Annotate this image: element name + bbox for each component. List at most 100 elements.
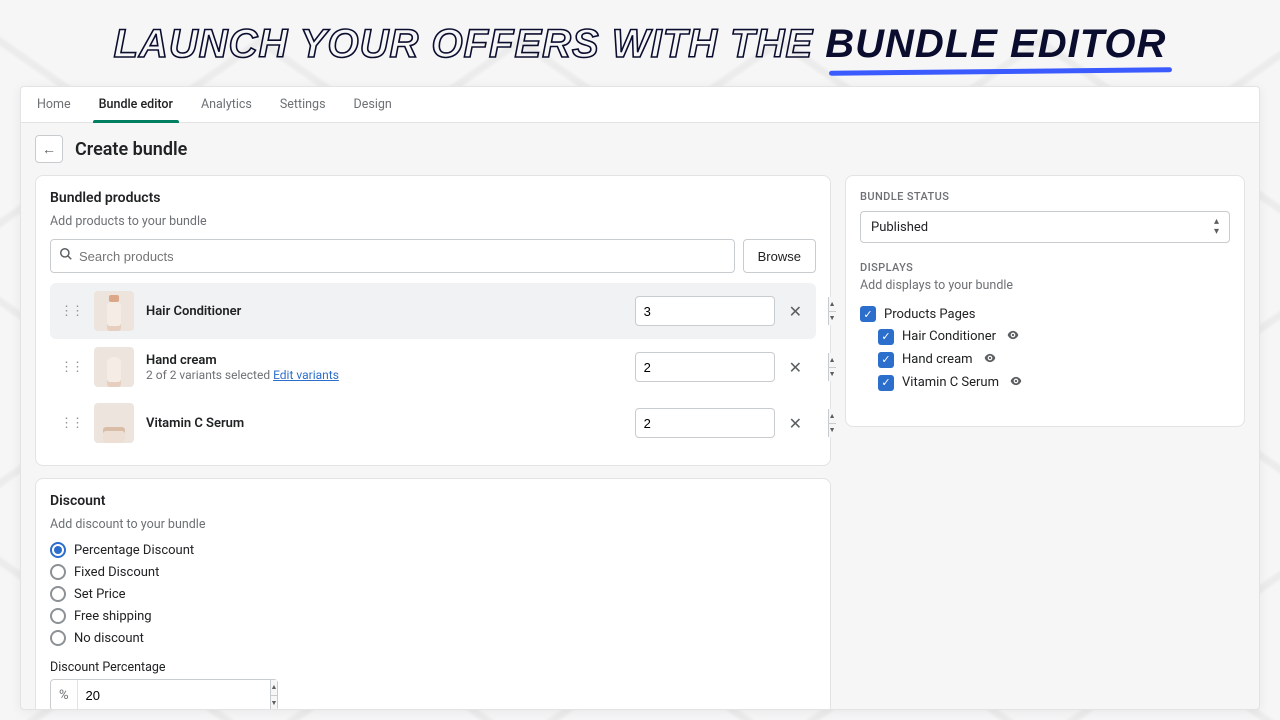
discount-percentage-label: Discount Percentage bbox=[50, 660, 816, 675]
discount-heading: Discount bbox=[50, 493, 816, 509]
display-child-checkbox[interactable]: ✓ Hair Conditioner bbox=[860, 325, 1230, 348]
tab-analytics[interactable]: Analytics bbox=[199, 87, 254, 122]
discount-option[interactable]: Percentage Discount bbox=[50, 542, 816, 558]
arrow-left-icon: ← bbox=[42, 141, 56, 158]
bundled-heading: Bundled products bbox=[50, 190, 816, 206]
checkbox-checked-icon: ✓ bbox=[860, 306, 876, 322]
quantity-stepper[interactable]: ▲ ▼ bbox=[828, 353, 836, 381]
displays-label: DISPLAYS bbox=[860, 261, 1230, 274]
eye-icon[interactable] bbox=[983, 351, 997, 368]
displays-subtext: Add displays to your bundle bbox=[860, 278, 1230, 293]
discount-option[interactable]: Fixed Discount bbox=[50, 564, 816, 580]
quantity-input[interactable] bbox=[636, 360, 828, 375]
tab-home[interactable]: Home bbox=[35, 87, 73, 122]
back-button[interactable]: ← bbox=[35, 135, 63, 163]
discount-option-label: Fixed Discount bbox=[74, 565, 159, 580]
checkbox-checked-icon: ✓ bbox=[878, 352, 894, 368]
discount-options: Percentage Discount Fixed Discount Set Pri… bbox=[50, 542, 816, 646]
product-thumbnail bbox=[94, 291, 134, 331]
display-child-label: Vitamin C Serum bbox=[902, 375, 999, 390]
quantity-stepper[interactable]: ▲ ▼ bbox=[828, 409, 836, 437]
display-child-label: Hand cream bbox=[902, 352, 973, 367]
product-row: ⋮⋮ Vitamin C Serum ▲ ▼ ✕ bbox=[50, 395, 816, 451]
tab-settings[interactable]: Settings bbox=[278, 87, 328, 122]
bundled-products-card: Bundled products Add products to your bu… bbox=[35, 175, 831, 466]
quantity-stepper[interactable]: ▲ ▼ bbox=[828, 297, 836, 325]
radio-icon bbox=[50, 630, 66, 646]
display-child-checkbox[interactable]: ✓ Vitamin C Serum bbox=[860, 371, 1230, 394]
display-children: ✓ Hair Conditioner ✓ Hand cream ✓ Vitamin C S… bbox=[860, 325, 1230, 394]
product-variant-text: 2 of 2 variants selected Edit variants bbox=[146, 368, 623, 382]
product-row: ⋮⋮ Hand cream 2 of 2 variants selected E… bbox=[50, 339, 816, 395]
product-thumbnail bbox=[94, 347, 134, 387]
product-list: ⋮⋮ Hair Conditioner ▲ ▼ ✕ ⋮⋮ Hand cream … bbox=[50, 283, 816, 451]
quantity-field[interactable]: ▲ ▼ bbox=[635, 352, 775, 382]
discount-option-label: No discount bbox=[74, 631, 144, 646]
radio-icon bbox=[50, 586, 66, 602]
displays-parent-label: Products Pages bbox=[884, 307, 976, 322]
chevron-down-icon[interactable]: ▼ bbox=[829, 312, 836, 326]
chevron-up-icon[interactable]: ▲ bbox=[271, 680, 278, 696]
product-name: Hair Conditioner bbox=[146, 304, 623, 319]
eye-icon[interactable] bbox=[1006, 328, 1020, 345]
search-products-input[interactable] bbox=[79, 249, 726, 264]
quantity-input[interactable] bbox=[636, 304, 828, 319]
bundle-status-label: BUNDLE STATUS bbox=[860, 190, 1230, 203]
discount-option-label: Set Price bbox=[74, 587, 126, 602]
drag-handle-icon[interactable]: ⋮⋮ bbox=[60, 360, 82, 375]
tab-bundle-editor[interactable]: Bundle editor bbox=[97, 87, 175, 122]
chevron-up-icon[interactable]: ▲ bbox=[829, 297, 836, 312]
chevron-up-icon[interactable]: ▲ bbox=[829, 409, 836, 424]
discount-option[interactable]: Set Price bbox=[50, 586, 816, 602]
chevron-down-icon[interactable]: ▼ bbox=[829, 368, 836, 382]
chevron-down-icon[interactable]: ▼ bbox=[271, 696, 278, 711]
search-products-field[interactable] bbox=[50, 239, 735, 273]
product-row: ⋮⋮ Hair Conditioner ▲ ▼ ✕ bbox=[50, 283, 816, 339]
discount-percentage-input[interactable] bbox=[78, 688, 270, 703]
quantity-field[interactable]: ▲ ▼ bbox=[635, 408, 775, 438]
product-name: Vitamin C Serum bbox=[146, 416, 623, 431]
discount-option[interactable]: No discount bbox=[50, 630, 816, 646]
chevron-down-icon[interactable]: ▼ bbox=[829, 424, 836, 438]
checkbox-checked-icon: ✓ bbox=[878, 329, 894, 345]
radio-icon bbox=[50, 564, 66, 580]
hero-text-outline: LAUNCH YOUR OFFERS WITH THE bbox=[114, 22, 814, 66]
discount-stepper[interactable]: ▲ ▼ bbox=[270, 680, 278, 710]
eye-icon[interactable] bbox=[1009, 374, 1023, 391]
displays-parent-checkbox[interactable]: ✓ Products Pages bbox=[860, 303, 1230, 325]
display-child-checkbox[interactable]: ✓ Hand cream bbox=[860, 348, 1230, 371]
display-child-label: Hair Conditioner bbox=[902, 329, 996, 344]
sidebar-card: BUNDLE STATUS Published ▴▾ DISPLAYS Add … bbox=[845, 175, 1245, 427]
radio-icon bbox=[50, 608, 66, 624]
discount-subtext: Add discount to your bundle bbox=[50, 517, 816, 532]
app-frame: Home Bundle editor Analytics Settings Design… bbox=[20, 86, 1260, 710]
bundled-subtext: Add products to your bundle bbox=[50, 214, 816, 229]
drag-handle-icon[interactable]: ⋮⋮ bbox=[60, 416, 82, 431]
page-title: Create bundle bbox=[75, 139, 187, 160]
discount-option-label: Percentage Discount bbox=[74, 543, 194, 558]
chevron-up-icon[interactable]: ▲ bbox=[829, 353, 836, 368]
product-thumbnail bbox=[94, 403, 134, 443]
bundle-status-select[interactable]: Published ▴▾ bbox=[860, 211, 1230, 243]
search-icon bbox=[59, 247, 73, 265]
radio-icon bbox=[50, 542, 66, 558]
discount-card: Discount Add discount to your bundle Per… bbox=[35, 478, 831, 710]
bundle-status-value: Published bbox=[871, 220, 928, 235]
edit-variants-link[interactable]: Edit variants bbox=[273, 368, 339, 382]
tab-design[interactable]: Design bbox=[352, 87, 394, 122]
product-name: Hand cream bbox=[146, 353, 623, 368]
discount-percentage-field[interactable]: % ▲ ▼ bbox=[50, 679, 278, 710]
discount-option-label: Free shipping bbox=[74, 609, 152, 624]
select-caret-icon: ▴▾ bbox=[1214, 217, 1219, 237]
percent-prefix: % bbox=[51, 680, 78, 710]
tab-bar: Home Bundle editor Analytics Settings Design bbox=[21, 87, 1259, 123]
browse-button[interactable]: Browse bbox=[743, 239, 816, 273]
quantity-input[interactable] bbox=[636, 416, 828, 431]
hero-banner: LAUNCH YOUR OFFERS WITH THE BUNDLE EDITO… bbox=[0, 0, 1280, 73]
quantity-field[interactable]: ▲ ▼ bbox=[635, 296, 775, 326]
checkbox-checked-icon: ✓ bbox=[878, 375, 894, 391]
discount-option[interactable]: Free shipping bbox=[50, 608, 816, 624]
hero-text-solid: BUNDLE EDITOR bbox=[825, 22, 1166, 66]
drag-handle-icon[interactable]: ⋮⋮ bbox=[60, 304, 82, 319]
page-header: ← Create bundle bbox=[21, 123, 1259, 175]
